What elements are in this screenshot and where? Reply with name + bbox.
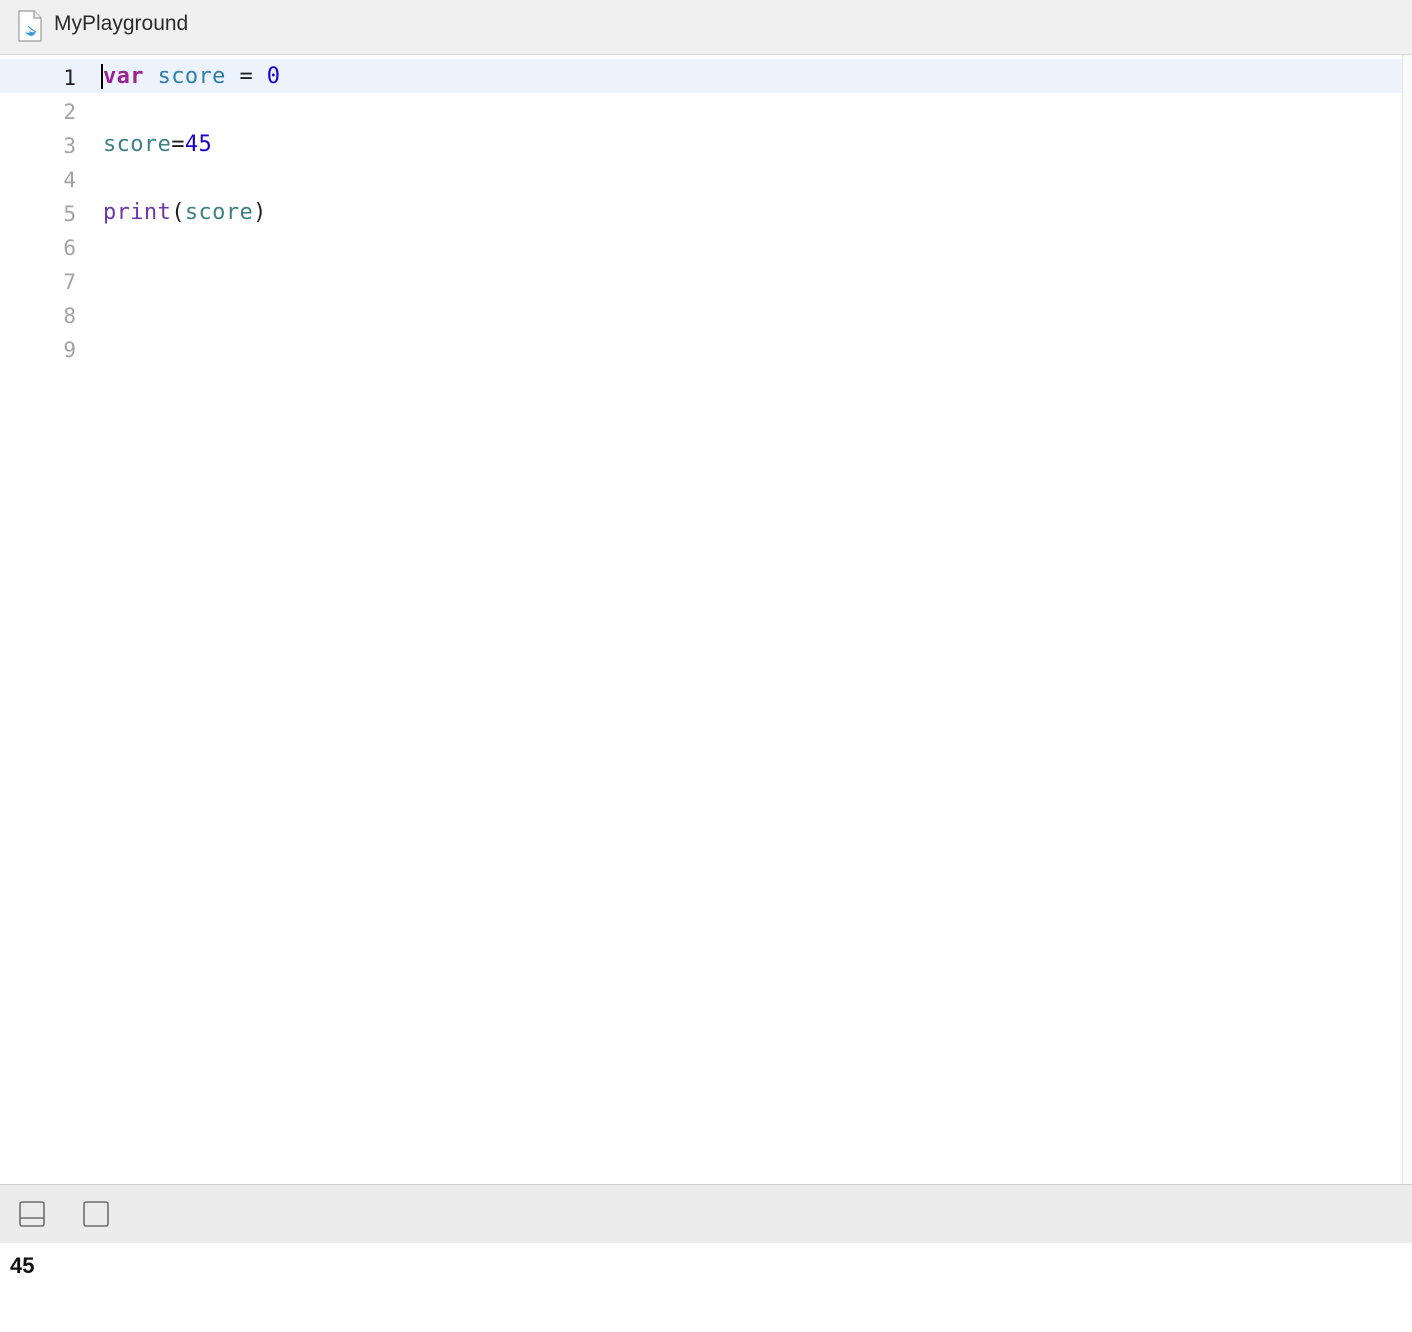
line-number: 9 (63, 338, 76, 362)
code-token-plain: ) (253, 200, 267, 225)
code-line[interactable]: 8 (0, 297, 1402, 331)
code-token-keyword: var (103, 64, 144, 89)
code-line[interactable]: 7 (0, 263, 1402, 297)
code-text: score=45 (103, 132, 212, 157)
line-number: 6 (63, 236, 76, 260)
code-token-identifier: score (103, 132, 172, 157)
line-number: 5 (63, 202, 76, 226)
console-area[interactable]: 45 (0, 1243, 1412, 1332)
debug-toolbar (0, 1184, 1412, 1244)
code-line[interactable]: 6 (0, 229, 1402, 263)
editor-scrollbar-track[interactable] (1403, 55, 1412, 1184)
code-line[interactable]: 4 (0, 161, 1402, 195)
code-line[interactable]: 9 (0, 331, 1402, 365)
title-bar: MyPlayground (0, 0, 1412, 55)
swift-file-icon (17, 10, 43, 42)
toggle-debug-area-button[interactable] (19, 1201, 45, 1227)
run-playground-button[interactable] (83, 1201, 109, 1227)
code-text: print(score) (103, 200, 267, 225)
line-number: 7 (63, 270, 76, 294)
playground-window: MyPlayground 1 var score = 0 2 3 score=45 4 5 p… (0, 0, 1412, 1332)
line-number: 8 (63, 304, 76, 328)
panel-bottom-icon (19, 1201, 45, 1227)
code-token-number: 0 (266, 64, 281, 89)
code-line[interactable]: 5 print(score) (0, 195, 1402, 229)
window-title: MyPlayground (54, 12, 189, 35)
line-number: 3 (63, 134, 76, 158)
code-token-identifier: score (184, 200, 254, 225)
square-icon (83, 1201, 109, 1227)
code-token-plain: = (225, 64, 267, 89)
line-number: 4 (63, 168, 76, 192)
code-token-plain: = (171, 132, 185, 157)
code-token-identifier-decl: score (157, 64, 226, 89)
line-number: 2 (63, 100, 76, 124)
line-number: 1 (63, 66, 76, 90)
code-token-function: print (103, 200, 172, 225)
code-text: var score = 0 (103, 64, 280, 89)
text-cursor (101, 64, 103, 89)
code-token-number: 45 (184, 132, 213, 157)
code-token-plain: ( (171, 200, 185, 225)
code-line[interactable]: 2 (0, 93, 1402, 127)
code-editor[interactable]: 1 var score = 0 2 3 score=45 4 5 print(score) 6 7… (0, 55, 1403, 1184)
code-line-current[interactable]: 1 var score = 0 (0, 59, 1402, 93)
console-output: 45 (10, 1253, 35, 1278)
code-line[interactable]: 3 score=45 (0, 127, 1402, 161)
